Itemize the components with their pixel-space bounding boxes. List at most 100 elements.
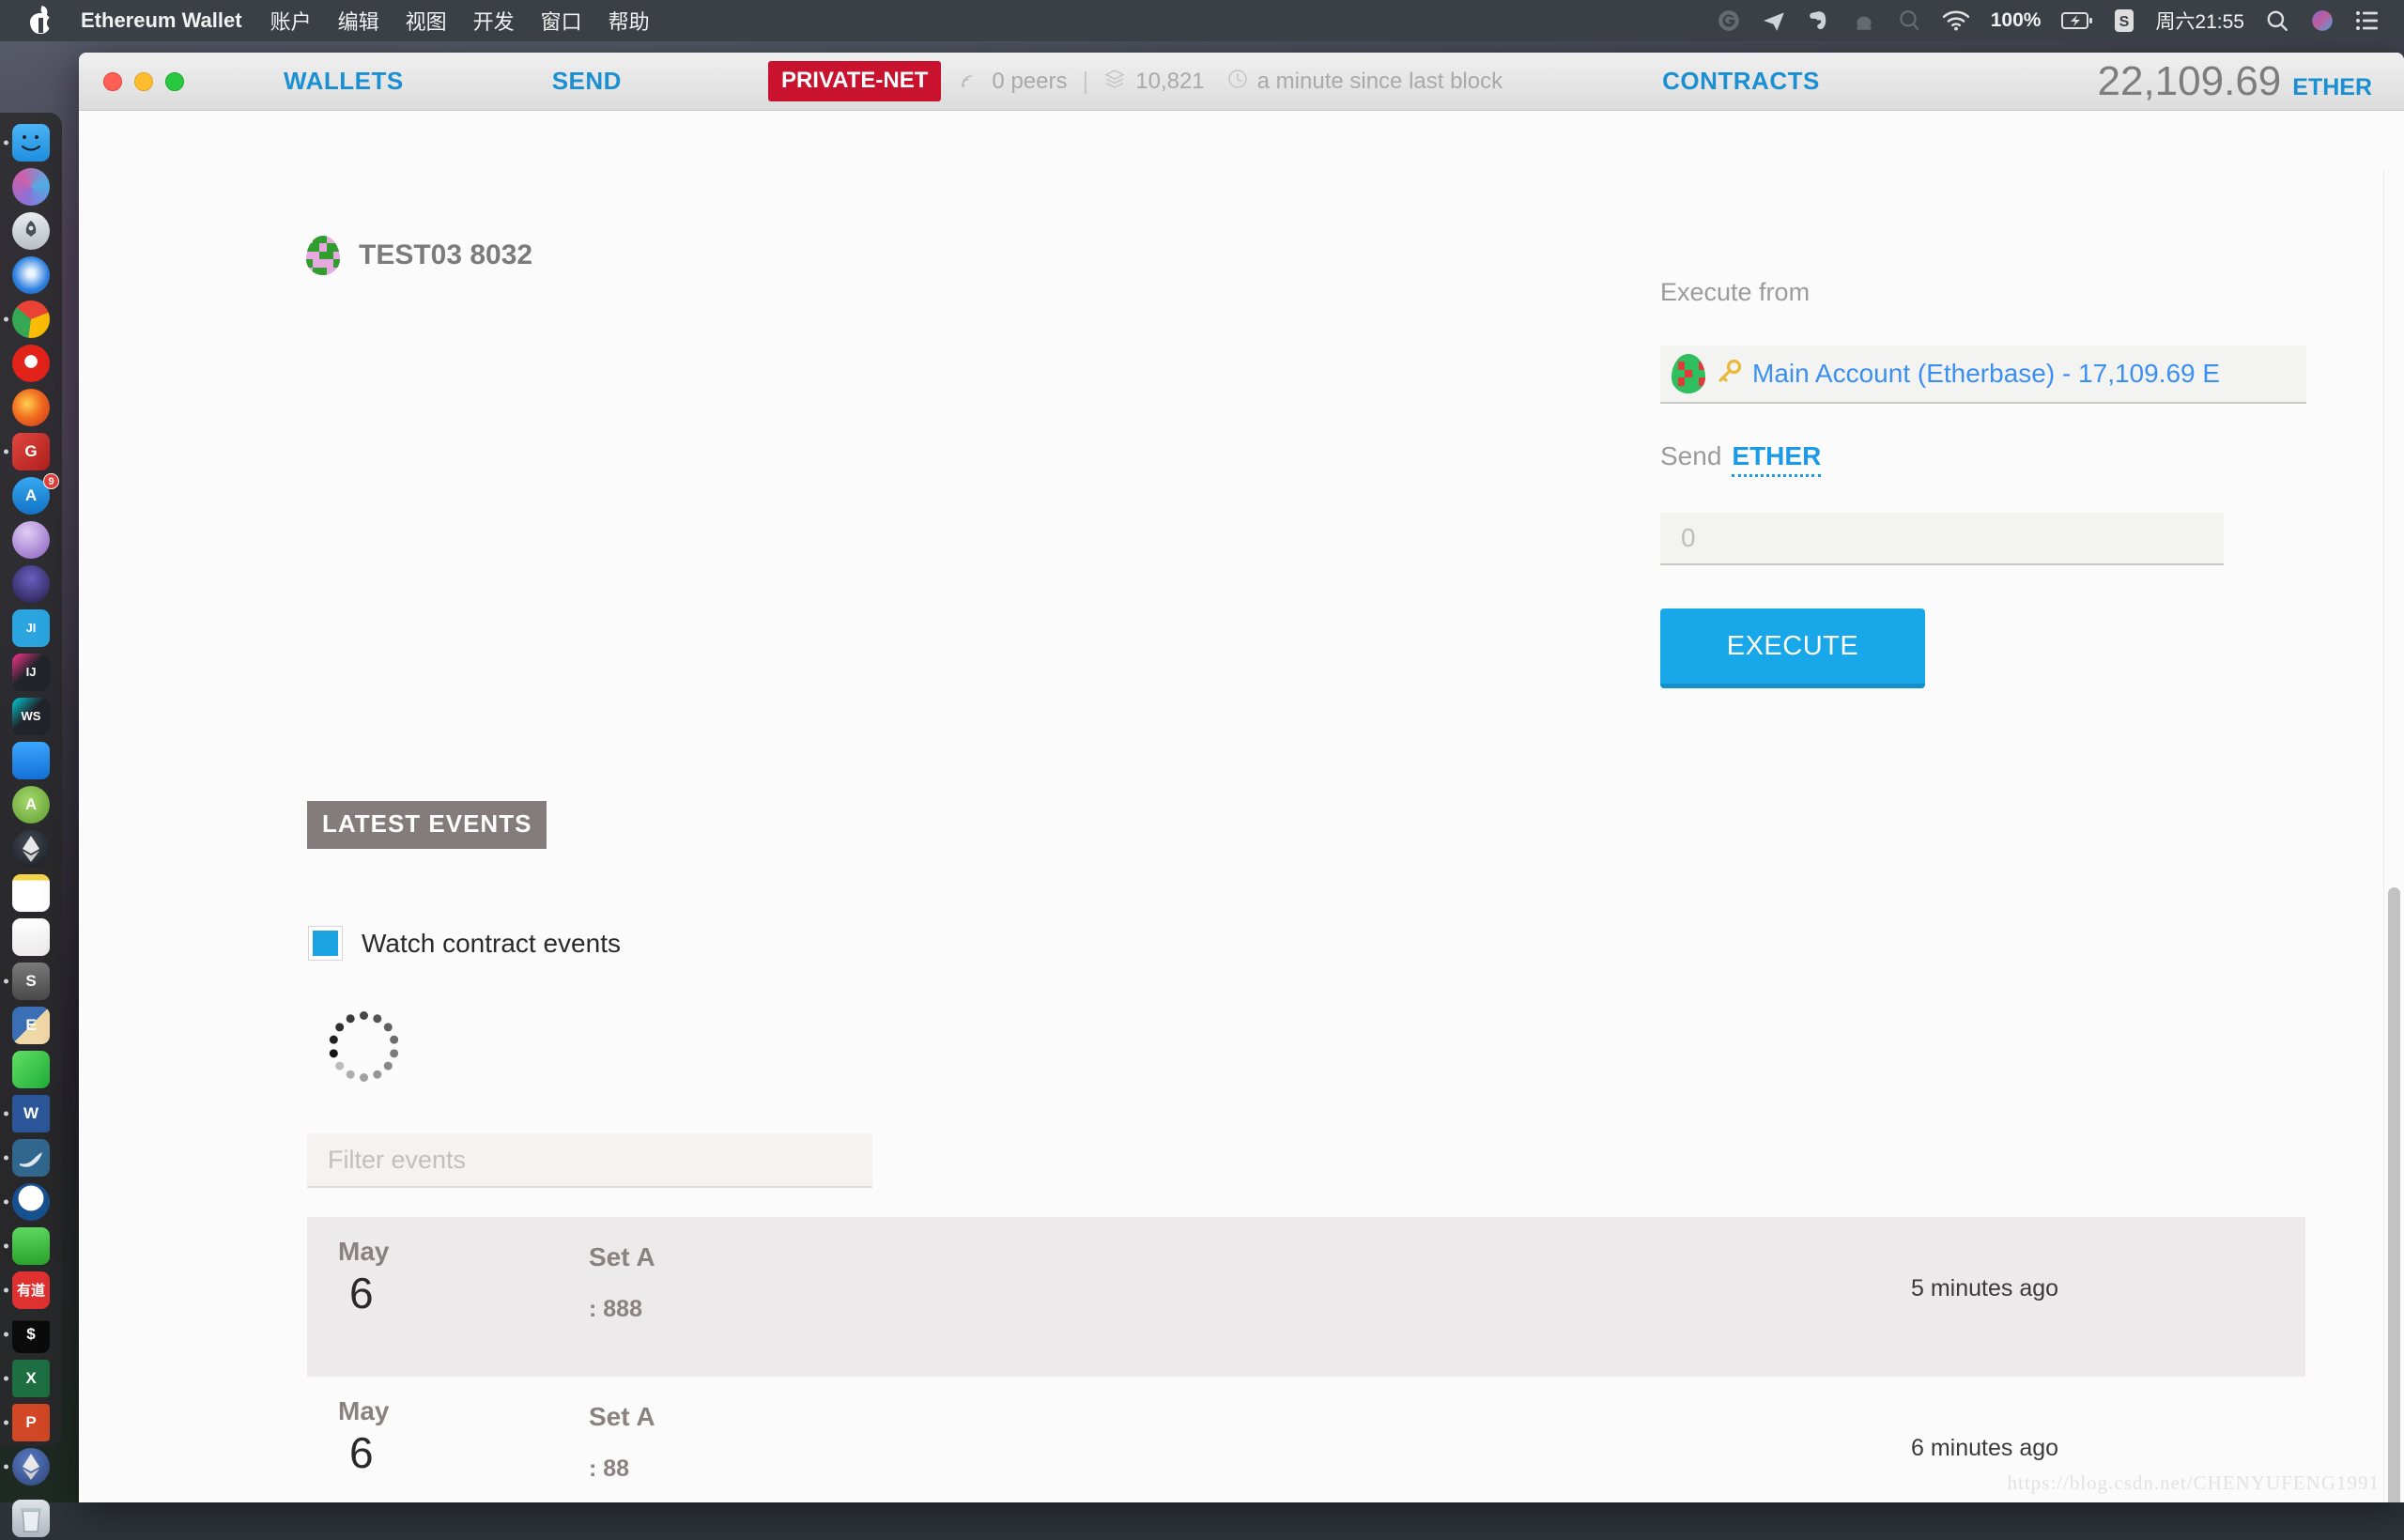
send-label: Send <box>1660 441 1721 471</box>
event-row[interactable]: May6Set A: 8885 minutes ago <box>307 1217 2305 1377</box>
menu-item-accounts[interactable]: 账户 <box>270 6 312 36</box>
dock-item-sogou-input[interactable]: S <box>1 959 61 1003</box>
peers-icon <box>960 69 982 94</box>
vertical-scrollbar-track[interactable] <box>2383 169 2404 1502</box>
wifi-icon[interactable] <box>1942 9 1970 32</box>
sogou-input-icon: S <box>12 962 50 1000</box>
event-row[interactable]: May6Set A: 886 minutes ago <box>307 1377 2305 1502</box>
dock-item-xcode[interactable] <box>1 738 61 782</box>
dock-item-gitee[interactable]: G <box>1 429 61 473</box>
traffic-light-buttons[interactable] <box>79 72 184 91</box>
dock-running-indicator <box>4 1376 8 1380</box>
menu-app-name[interactable]: Ethereum Wallet <box>81 8 242 33</box>
dock-item-finder[interactable] <box>1 120 61 164</box>
dock-item-trash[interactable] <box>1 1496 61 1540</box>
ethereum-wallet-icon <box>12 1448 50 1486</box>
dock-item-youdao-dict[interactable]: 有道 <box>1 1268 61 1312</box>
textedit-icon <box>12 918 50 956</box>
sogou-s-icon[interactable]: S <box>2114 8 2134 33</box>
dock-item-opera[interactable] <box>1 341 61 385</box>
window-title-bar: WALLETS SEND PRIVATE-NET 0 peers | 10 <box>79 53 2404 111</box>
telegram-icon[interactable] <box>1762 8 1786 33</box>
dock-item-textedit[interactable] <box>1 915 61 959</box>
send-amount-input[interactable] <box>1660 513 2224 565</box>
google-chrome-icon <box>12 300 50 338</box>
menu-bar-clock[interactable]: 周六21:55 <box>2155 7 2244 35</box>
macos-dock[interactable]: GA9 JIIJWS A SE W 有道$XP <box>0 113 62 1446</box>
dock-item-app-store[interactable]: A9 <box>1 473 61 517</box>
nav-contracts[interactable]: CONTRACTS <box>1662 67 1820 96</box>
latest-events-title: LATEST EVENTS <box>307 801 547 849</box>
notification-center-icon[interactable] <box>2355 10 2380 31</box>
menu-item-edit[interactable]: 编辑 <box>338 6 379 36</box>
spinner-dot <box>390 1049 398 1057</box>
dock-item-launchpad[interactable] <box>1 208 61 253</box>
spinner-dot <box>346 1070 354 1078</box>
sourcetree-icon <box>12 1183 50 1221</box>
alfred-icon[interactable] <box>1897 8 1921 33</box>
dock-item-editplus[interactable]: E <box>1 1003 61 1047</box>
dock-item-microsoft-word[interactable]: W <box>1 1091 61 1135</box>
network-badge[interactable]: PRIVATE-NET <box>768 61 941 101</box>
dock-item-google-chrome[interactable] <box>1 297 61 341</box>
siri-icon[interactable] <box>2310 8 2335 33</box>
dock-item-intellij-toolbox[interactable]: JI <box>1 606 61 650</box>
event-body: Set A: 88 <box>589 1377 1911 1483</box>
dock-item-microsoft-excel[interactable]: X <box>1 1356 61 1400</box>
nav-send[interactable]: SEND <box>552 67 622 96</box>
close-button[interactable] <box>103 72 122 91</box>
dock-item-terminal[interactable]: $ <box>1 1312 61 1356</box>
dock-item-evernote[interactable] <box>1 1224 61 1268</box>
send-currency-select[interactable]: ETHER <box>1732 441 1821 477</box>
node-status-group: 0 peers | 10,821 a minute since last blo… <box>960 67 1502 96</box>
dock-item-ethereum-wallet[interactable] <box>1 1444 61 1488</box>
spinner-dot <box>360 1073 368 1082</box>
battery-charging-icon[interactable] <box>2061 11 2093 30</box>
vertical-scrollbar-thumb[interactable] <box>2388 887 2400 1502</box>
dock-item-siri[interactable] <box>1 164 61 208</box>
dropbox-icon[interactable] <box>1852 8 1876 33</box>
dock-item-graph-app[interactable] <box>1 1047 61 1091</box>
nav-wallets[interactable]: WALLETS <box>284 67 404 96</box>
dock-item-webstorm[interactable]: WS <box>1 694 61 738</box>
dock-item-notes[interactable] <box>1 870 61 915</box>
dock-item-microsoft-powerpoint[interactable]: P <box>1 1400 61 1444</box>
execute-from-account-select[interactable]: Main Account (Etherbase) - 17,109.69 E <box>1660 346 2306 404</box>
filter-events-input[interactable] <box>307 1133 872 1188</box>
dock-item-android-studio[interactable]: A <box>1 782 61 826</box>
dock-item-intellij-idea[interactable]: IJ <box>1 650 61 694</box>
grammarly-icon[interactable] <box>1717 8 1741 33</box>
execute-button[interactable]: EXECUTE <box>1660 608 1925 688</box>
dock-item-purple-sphere-app[interactable] <box>1 517 61 562</box>
watch-contract-events-row[interactable]: Watch contract events <box>308 926 621 961</box>
dock-item-mist-ethereum[interactable] <box>1 826 61 870</box>
minimize-button[interactable] <box>134 72 153 91</box>
spinner-dot <box>383 1023 392 1031</box>
dock-item-mysql-workbench[interactable] <box>1 1135 61 1179</box>
dock-item-firefox[interactable] <box>1 385 61 429</box>
dock-item-safari[interactable] <box>1 253 61 297</box>
apple-logo-icon[interactable] <box>28 7 53 35</box>
menu-bar-status-items: 100% S 周六21:55 <box>1717 7 2404 35</box>
loading-spinner-icon <box>325 1008 402 1085</box>
battery-percent-label[interactable]: 100% <box>1991 9 2042 32</box>
dock-item-sourcetree[interactable] <box>1 1179 61 1224</box>
evernote-icon[interactable] <box>1807 8 1831 33</box>
purple-sphere-app-icon <box>12 521 50 559</box>
menu-item-window[interactable]: 窗口 <box>541 6 582 36</box>
microsoft-word-icon: W <box>12 1095 50 1132</box>
menu-item-view[interactable]: 视图 <box>406 6 447 36</box>
execute-from-label: Execute from <box>1660 278 1810 306</box>
dock-item-dark-sphere-app[interactable] <box>1 562 61 606</box>
watch-contract-events-checkbox[interactable] <box>308 926 343 961</box>
menu-item-help[interactable]: 帮助 <box>609 6 650 36</box>
spotlight-search-icon[interactable] <box>2265 8 2289 33</box>
balance-amount: 22,109.69 <box>2098 58 2282 105</box>
event-month: May <box>338 1397 589 1426</box>
zoom-button[interactable] <box>165 72 184 91</box>
svg-text:S: S <box>2119 14 2130 30</box>
menu-item-develop[interactable]: 开发 <box>473 6 515 36</box>
editplus-icon: E <box>12 1007 50 1044</box>
event-name: Set A <box>589 1242 1911 1272</box>
spinner-dot <box>329 1035 337 1043</box>
